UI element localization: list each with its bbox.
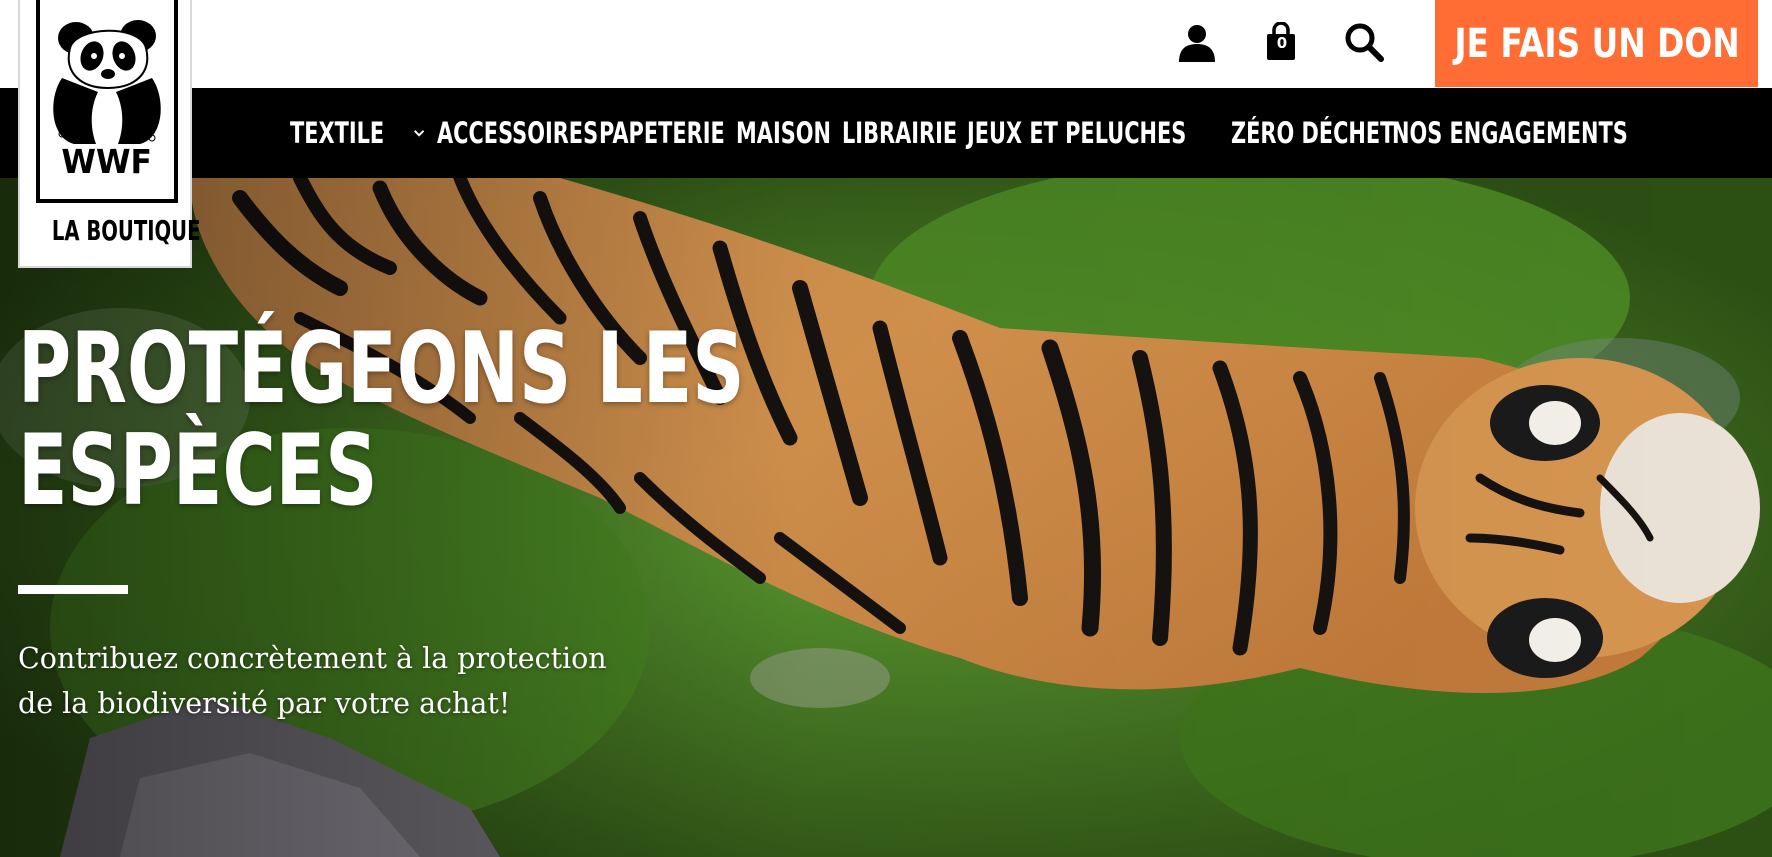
- nav-item-zero-dechet[interactable]: ZÉRO DÉCHET: [1231, 116, 1395, 150]
- nav-item-nos-engagements[interactable]: NOS ENGAGEMENTS: [1392, 116, 1652, 150]
- nav-item-label: ZÉRO DÉCHET: [1231, 116, 1395, 150]
- account-icon[interactable]: [1173, 18, 1221, 66]
- hero-banner: PROTÉGEONS LES ESPÈCES Contribuez concrè…: [0, 178, 1772, 857]
- nav-item-librairie[interactable]: LIBRAIRIE: [842, 116, 967, 150]
- nav-item-label: LIBRAIRIE: [842, 116, 958, 150]
- nav-item-papeterie[interactable]: PAPETERIE: [599, 116, 736, 150]
- nav-item-label: TEXTILE: [290, 116, 385, 150]
- nav-list: TEXTILE ACCESSOIRES PAPETERIE MAISON LIB…: [290, 88, 1652, 178]
- search-icon[interactable]: [1340, 18, 1388, 66]
- wwf-logo[interactable]: WWF LA BOUTIQUE: [18, 0, 201, 268]
- nav-item-label: JEUX ET PELUCHES: [967, 116, 1187, 150]
- hero-subtitle: Contribuez concrètement à la protection …: [18, 636, 718, 726]
- hero-title-line: ESPÈCES: [18, 414, 378, 528]
- nav-item-accessoires[interactable]: ACCESSOIRES: [437, 116, 599, 150]
- hero-title: PROTÉGEONS LES ESPÈCES: [18, 318, 778, 522]
- hero-subtitle-line: Contribuez concrètement à la protection: [18, 642, 607, 675]
- hero-subtitle-line: de la biodiversité par votre achat!: [18, 687, 511, 720]
- nav-item-textile[interactable]: TEXTILE: [290, 116, 437, 150]
- nav-item-jeux-et-peluches[interactable]: JEUX ET PELUCHES: [967, 116, 1231, 150]
- logo-wordmark: WWF: [40, 142, 174, 181]
- main-nav: TEXTILE ACCESSOIRES PAPETERIE MAISON LIB…: [0, 88, 1772, 178]
- nav-item-label: ACCESSOIRES: [437, 116, 599, 150]
- logo-caption: LA BOUTIQUE: [20, 214, 201, 247]
- hero-title-line: PROTÉGEONS LES: [18, 312, 745, 426]
- panda-icon: [53, 20, 161, 144]
- logo-caption-text: LA BOUTIQUE: [51, 214, 201, 247]
- cart-icon[interactable]: 0: [1257, 18, 1305, 66]
- logo-frame: WWF: [36, 0, 178, 203]
- top-bar: 0 JE FAIS UN DON: [0, 0, 1772, 88]
- chevron-down-icon: [413, 130, 425, 137]
- cart-count: 0: [1276, 34, 1288, 52]
- nav-item-label: PAPETERIE: [599, 116, 725, 150]
- nav-item-maison[interactable]: MAISON: [736, 116, 842, 150]
- logo-wordmark-text: WWF: [61, 142, 153, 181]
- donate-button[interactable]: JE FAIS UN DON: [1435, 0, 1758, 87]
- nav-item-label: MAISON: [736, 116, 831, 150]
- donate-label: JE FAIS UN DON: [1453, 20, 1740, 67]
- hero-divider: [18, 585, 128, 594]
- nav-item-label: NOS ENGAGEMENTS: [1392, 116, 1628, 150]
